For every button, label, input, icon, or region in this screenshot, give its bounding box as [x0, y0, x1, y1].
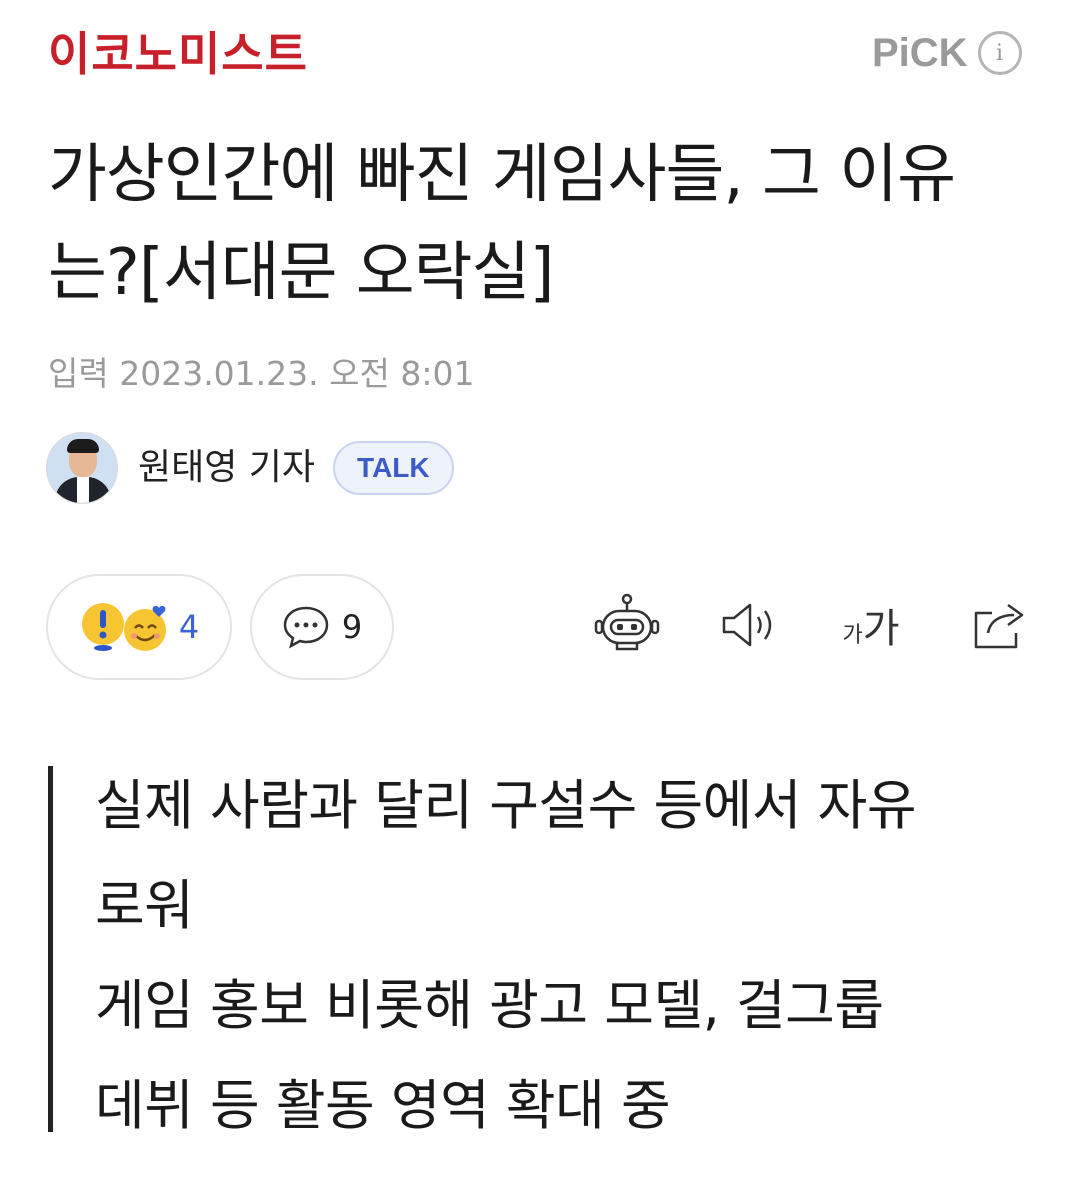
article-page: 이코노미스트 PiCK i 가상인간에 빠진 게임사들, 그 이유는?[서대문 … [0, 0, 1080, 1196]
reporter-name[interactable]: 원태영 기자 [138, 444, 315, 492]
talk-button[interactable]: TALK [333, 441, 454, 495]
article-title: 가상인간에 빠진 게임사들, 그 이유는?[서대문 오락실] [48, 138, 956, 310]
publish-date: 입력 2023.01.23. 오전 8:01 [48, 354, 475, 393]
comment-button[interactable]: 9 [250, 574, 394, 680]
reporter-row: 원태영 기자 TALK [46, 432, 454, 504]
smile-heart-reaction-icon [123, 605, 166, 651]
reaction-button[interactable]: 4 [46, 574, 232, 680]
summary-line: 로워 [95, 874, 194, 937]
summary-line: 실제 사람과 달리 구설수 등에서 자유 [95, 774, 917, 837]
article-summary: 실제 사람과 달리 구설수 등에서 자유 로워 게임 홍보 비롯해 광고 모델,… [48, 766, 1028, 1137]
ai-summary-button[interactable] [592, 590, 662, 660]
comment-bubble-icon [283, 606, 329, 649]
share-button[interactable] [964, 590, 1034, 660]
press-logo[interactable]: 이코노미스트 [48, 26, 308, 82]
speaker-icon [722, 603, 772, 647]
robot-summary-icon [594, 593, 660, 651]
font-size-icon: 가가 [842, 606, 900, 652]
reaction-count: 4 [178, 608, 200, 646]
info-icon[interactable]: i [977, 31, 1022, 75]
pick-label: PiCK [872, 31, 968, 75]
alert-reaction-icon [81, 603, 124, 651]
tts-button[interactable] [714, 590, 784, 660]
comment-count: 9 [341, 608, 363, 646]
reporter-avatar[interactable] [46, 432, 118, 504]
pick-badge[interactable]: PiCK i [872, 30, 1022, 76]
summary-line: 데뷔 등 활동 영역 확대 중 [95, 1074, 671, 1137]
font-size-button[interactable]: 가가 [836, 590, 906, 660]
summary-line: 게임 홍보 비롯해 광고 모델, 걸그룹 [95, 974, 884, 1037]
share-icon [974, 603, 1024, 649]
